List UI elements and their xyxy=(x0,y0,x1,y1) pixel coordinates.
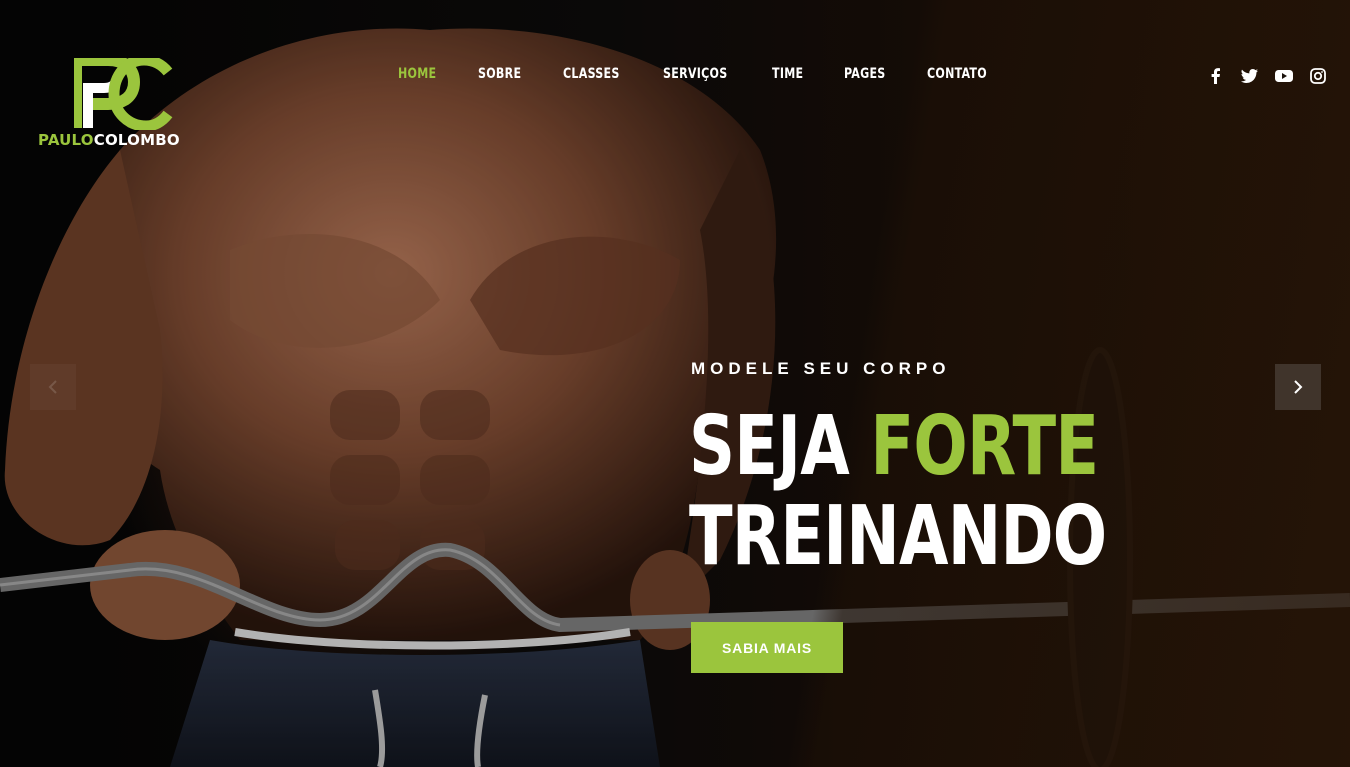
logo-text-first: PAULO xyxy=(38,131,94,149)
site-logo[interactable]: PAULOCOLOMBO xyxy=(38,58,210,150)
nav-item-sobre[interactable]: SOBRE xyxy=(478,66,521,82)
headline-word-forte: FORTE xyxy=(870,399,1099,494)
pc-logo-icon xyxy=(74,58,173,130)
headline-word-seja: SEJA xyxy=(689,399,850,494)
nav-item-servicos[interactable]: SERVIÇOS xyxy=(663,66,727,82)
headline-line-treinando: TREINANDO xyxy=(689,489,1107,584)
nav-item-home[interactable]: HOME xyxy=(398,66,436,82)
youtube-icon[interactable] xyxy=(1274,67,1294,85)
nav-item-classes[interactable]: CLASSES xyxy=(563,66,620,82)
hero-slider: PAULOCOLOMBO HOME SOBRE CLASSES SERVIÇOS… xyxy=(0,0,1350,767)
logo-wordmark: PAULOCOLOMBO xyxy=(38,131,180,149)
main-navigation: HOME SOBRE CLASSES SERVIÇOS TIME PAGES C… xyxy=(398,66,1031,82)
nav-item-pages[interactable]: PAGES xyxy=(844,66,886,82)
twitter-icon[interactable] xyxy=(1240,67,1260,85)
instagram-icon[interactable] xyxy=(1308,67,1328,85)
facebook-icon[interactable] xyxy=(1206,67,1226,85)
chevron-right-icon xyxy=(1294,380,1303,394)
slider-prev-button[interactable] xyxy=(30,364,76,410)
hero-headline: SEJA FORTE TREINANDO xyxy=(689,399,1107,584)
cta-button[interactable]: SABIA MAIS xyxy=(691,622,843,673)
nav-item-time[interactable]: TIME xyxy=(772,66,803,82)
logo-text-last: COLOMBO xyxy=(93,131,180,149)
social-links xyxy=(1206,67,1328,85)
nav-item-contato[interactable]: CONTATO xyxy=(927,66,987,82)
slider-next-button[interactable] xyxy=(1275,364,1321,410)
hero-kicker: MODELE SEU CORPO xyxy=(691,359,951,378)
chevron-left-icon xyxy=(48,380,57,394)
